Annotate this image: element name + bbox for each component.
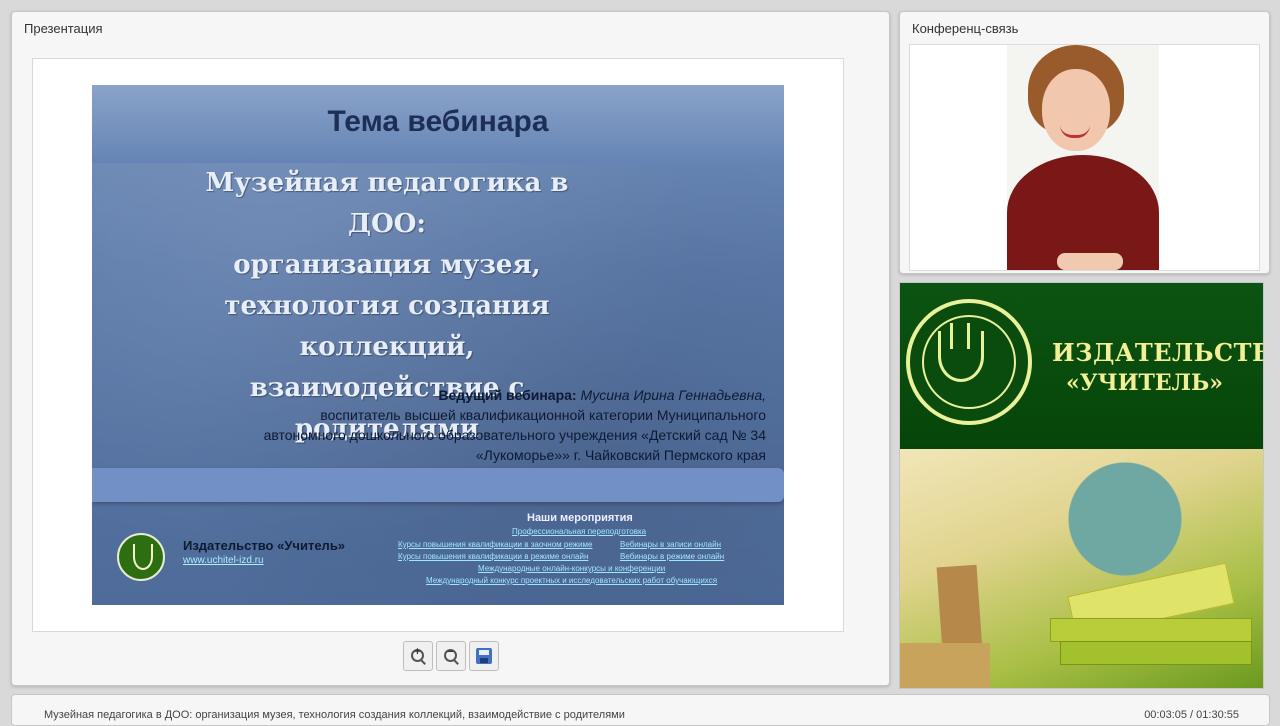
host-label: Ведущий вебинара:	[438, 387, 577, 403]
slide-event-link[interactable]: Курсы повышения квалификации в заочном р…	[398, 540, 592, 549]
slide-publisher-name: Издательство «Учитель»	[183, 538, 346, 553]
zoom-out-button[interactable]: −	[436, 641, 466, 671]
zoom-in-icon: +	[411, 646, 426, 665]
slide-title-line: организация музея,	[233, 250, 541, 280]
host-name: Мусина Ирина Геннадьевна,	[580, 387, 766, 403]
slide-heading: Тема вебинара	[327, 105, 549, 138]
conference-panel-title: Конференц-связь	[912, 21, 1019, 36]
advert-image-detail	[900, 643, 990, 688]
status-bar: Музейная педагогика в ДОО: организация м…	[11, 694, 1270, 726]
video-feed	[909, 44, 1260, 271]
publisher-advert[interactable]: ИЗДАТЕЛЬСТВО «УЧИТЕЛЬ»	[899, 282, 1264, 689]
publisher-logo-icon	[117, 533, 165, 581]
slide-event-link[interactable]: Профессиональная переподготовка	[512, 527, 646, 536]
host-line: «Лукоморье»» г. Чайковский Пермского кра…	[475, 447, 766, 463]
slide-viewport: Тема вебинара Музейная педагогика в ДОО:…	[32, 58, 844, 632]
presentation-panel-title: Презентация	[24, 21, 103, 36]
advert-image-detail	[1050, 618, 1252, 642]
slide-host-info: Ведущий вебинара: Мусина Ирина Геннадьев…	[206, 385, 766, 465]
advert-header: ИЗДАТЕЛЬСТВО «УЧИТЕЛЬ»	[900, 283, 1263, 449]
slide-event-link[interactable]: Международный конкурс проектных и исслед…	[426, 576, 717, 585]
slide-title-line: Музейная педагогика в ДОО:	[205, 168, 569, 239]
slide-event-link[interactable]: Вебинары в режиме онлайн	[620, 552, 724, 561]
webinar-title: Музейная педагогика в ДОО: организация м…	[44, 709, 625, 721]
host-line: автономного дошкольного образовательного…	[263, 427, 766, 443]
save-button[interactable]	[469, 641, 499, 671]
zoom-out-icon: −	[444, 646, 459, 665]
zoom-in-symbol: +	[414, 646, 421, 658]
slide-host-heading: Ведущий вебинара: Мусина Ирина Геннадьев…	[206, 385, 766, 405]
slide-publisher-link[interactable]: www.uchitel-izd.ru	[183, 555, 264, 566]
slide-events-title: Наши мероприятия	[527, 512, 633, 524]
slide-event-link[interactable]: Международные онлайн-конкурсы и конферен…	[478, 564, 665, 573]
advert-publisher-line1: ИЗДАТЕЛЬСТВО	[1052, 338, 1263, 367]
host-line: воспитатель высшей квалификационной кате…	[320, 407, 766, 423]
playback-time: 00:03:05 / 01:30:55	[1144, 709, 1239, 721]
save-icon	[476, 648, 492, 664]
slide: Тема вебинара Музейная педагогика в ДОО:…	[92, 85, 784, 605]
presentation-panel: Презентация Тема вебинара Музейная педаг…	[11, 11, 890, 686]
zoom-out-symbol: −	[447, 646, 454, 658]
publisher-emblem-icon	[906, 299, 1032, 425]
slide-divider-bar	[92, 468, 784, 502]
zoom-in-button[interactable]: +	[403, 641, 433, 671]
slide-title-line: технология создания	[224, 291, 550, 321]
advert-image-detail	[1060, 641, 1252, 665]
slide-event-link[interactable]: Курсы повышения квалификации в режиме он…	[398, 552, 588, 561]
slide-event-link[interactable]: Вебинары в записи онлайн	[620, 540, 721, 549]
advert-publisher-line2: «УЧИТЕЛЬ»	[1066, 370, 1223, 396]
conference-panel: Конференц-связь	[899, 11, 1270, 274]
